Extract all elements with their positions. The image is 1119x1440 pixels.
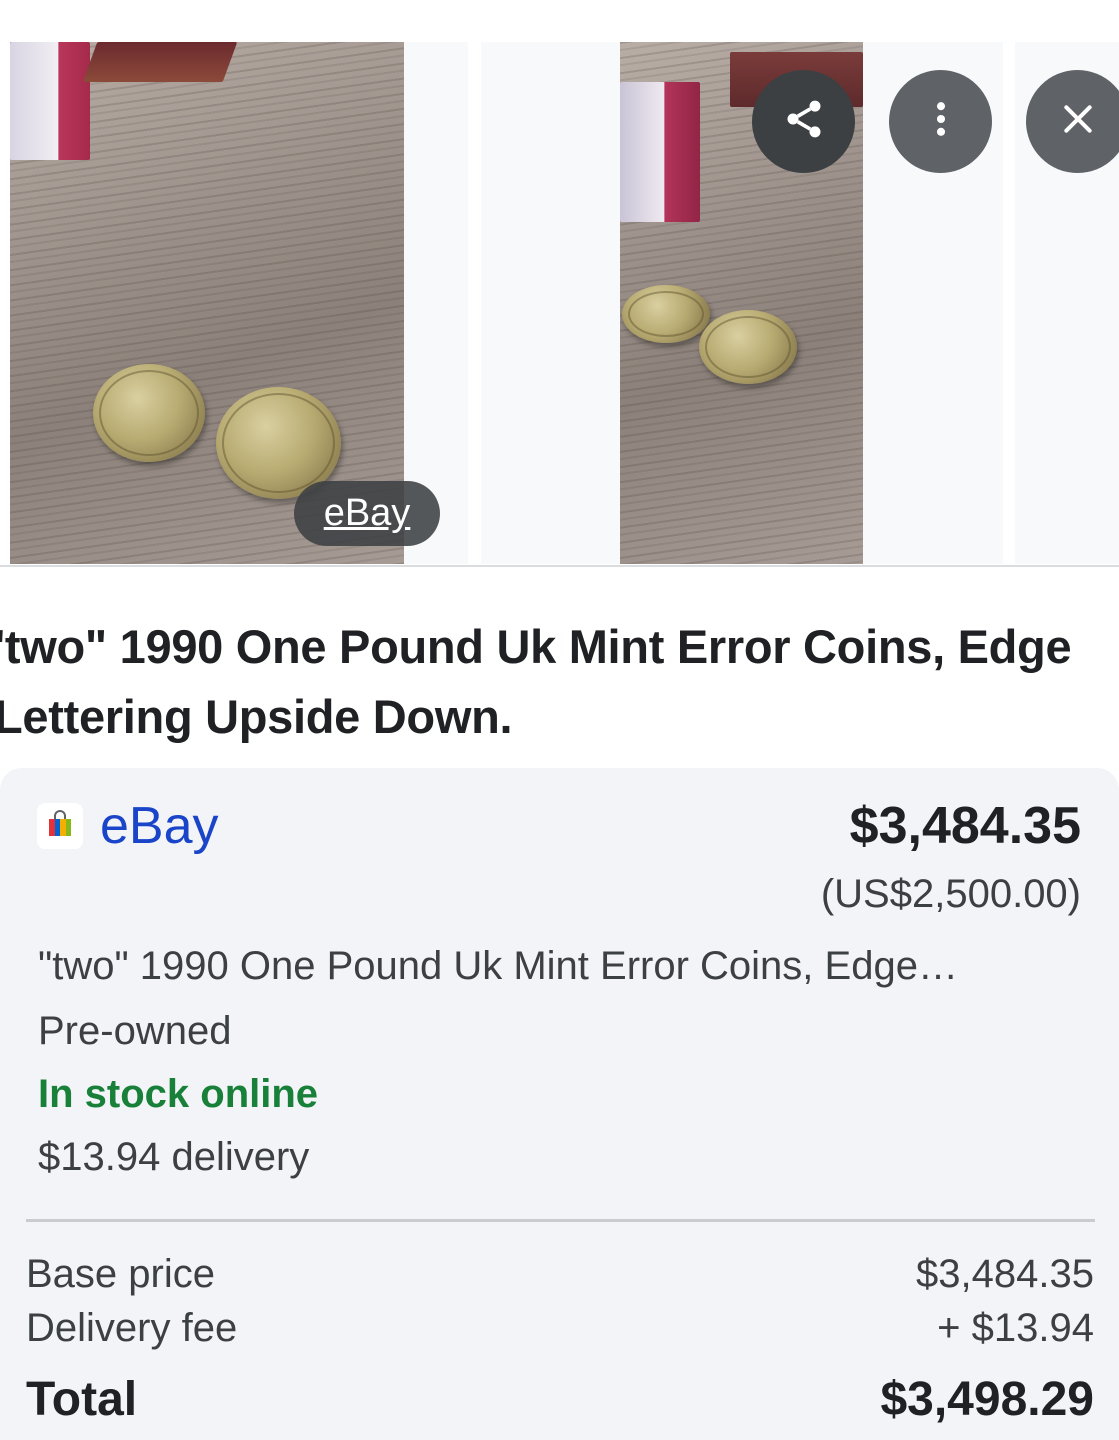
coin-image [622,285,710,343]
divider [26,1219,1095,1222]
coin-image [699,310,797,384]
image-carousel[interactable]: eBay [0,0,1119,567]
stock-status: In stock online [38,1072,319,1116]
delivery-fee-value: + $13.94 [937,1306,1094,1350]
share-button[interactable] [752,70,855,173]
close-icon [1058,99,1098,144]
product-title: 'two" 1990 One Pound Uk Mint Error Coins… [0,620,1072,743]
coin-image [93,364,205,462]
box-decoration [620,82,700,222]
offer-price-original: (US$2,500.00) [820,872,1081,916]
base-price-label: Base price [26,1252,215,1296]
delivery-fee-label: Delivery fee [26,1306,238,1350]
ebay-shopping-bag-icon [47,809,73,843]
delivery-cost: $13.94 delivery [38,1135,310,1179]
close-button[interactable] [1026,70,1119,173]
total-label: Total [26,1373,138,1426]
box-decoration [82,42,238,82]
item-condition: Pre-owned [38,1009,232,1053]
more-vert-icon [919,97,963,146]
offer-description[interactable]: "two" 1990 One Pound Uk Mint Error Coins… [38,940,1038,992]
share-icon [782,97,826,146]
total-value: $3,498.29 [880,1373,1094,1426]
source-link[interactable]: eBay [294,481,440,546]
divider [0,565,1119,567]
store-logo [37,803,83,849]
store-name-link[interactable]: eBay [100,796,219,856]
more-options-button[interactable] [889,70,992,173]
base-price-value: $3,484.35 [916,1252,1094,1296]
offer-price: $3,484.35 [849,797,1081,855]
box-decoration [10,42,90,160]
